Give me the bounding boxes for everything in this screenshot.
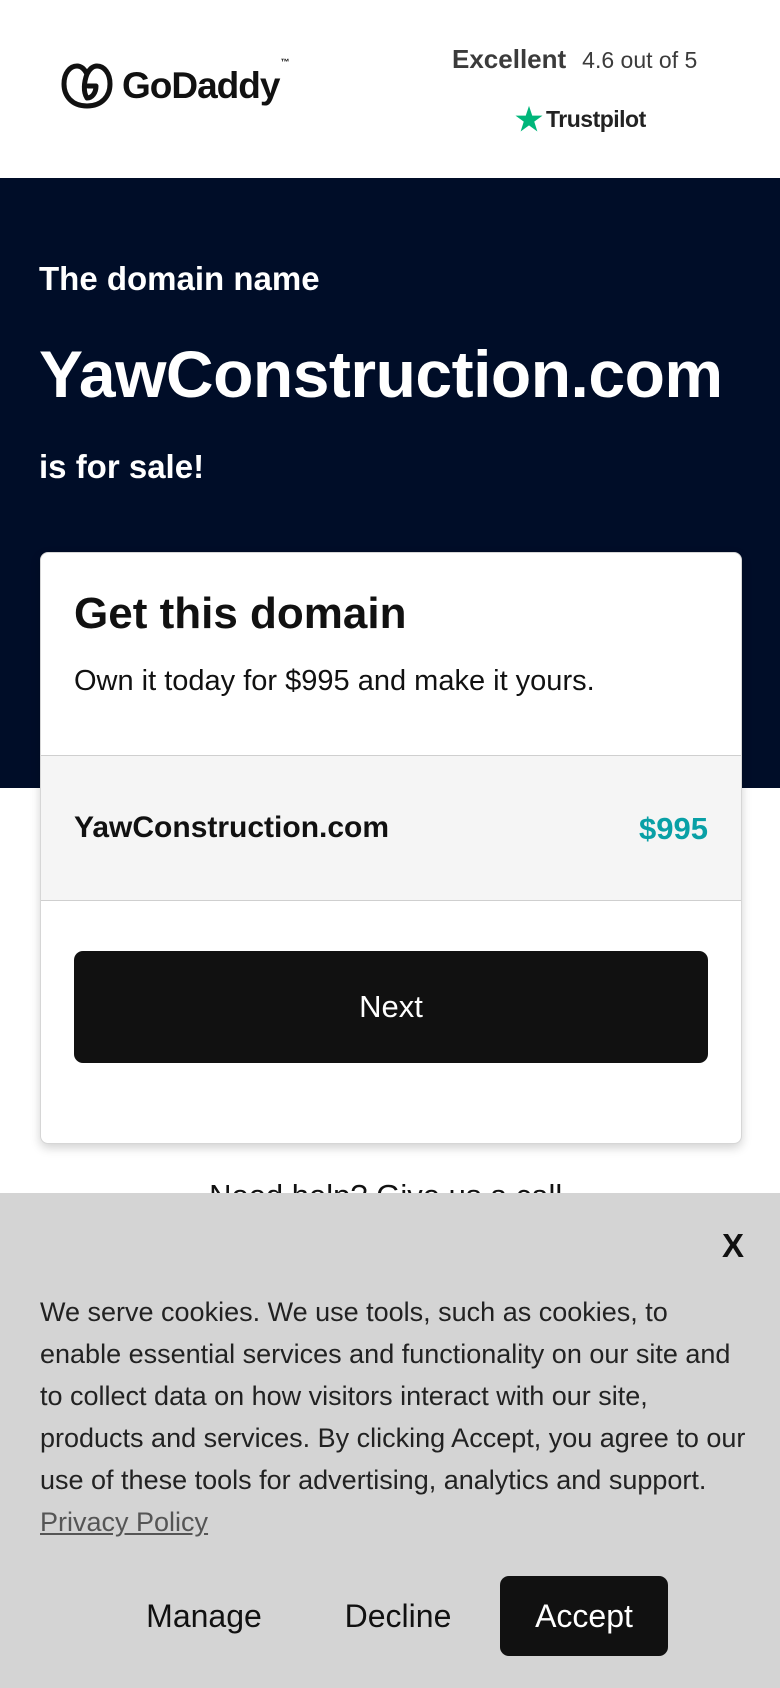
hero-for-sale: is for sale! bbox=[39, 448, 205, 485]
manage-button[interactable]: Manage bbox=[130, 1576, 278, 1656]
rating-score: 4.6 out of 5 bbox=[582, 47, 698, 73]
trustpilot-badge[interactable]: Trustpilot bbox=[514, 104, 646, 134]
cookie-message: We serve cookies. We use tools, such as … bbox=[40, 1291, 750, 1543]
godaddy-logo[interactable]: GoDaddy™ bbox=[60, 57, 289, 110]
row-price: $995 bbox=[639, 811, 708, 846]
card-subtitle: Own it today for $995 and make it yours. bbox=[74, 665, 595, 697]
close-icon[interactable]: X bbox=[722, 1227, 744, 1265]
cookie-text: We serve cookies. We use tools, such as … bbox=[40, 1297, 746, 1495]
logo-wordmark: GoDaddy™ bbox=[122, 57, 289, 106]
accept-button[interactable]: Accept bbox=[500, 1576, 668, 1656]
godaddy-logo-icon bbox=[61, 63, 113, 109]
next-button[interactable]: Next bbox=[74, 951, 708, 1063]
rating-word: Excellent bbox=[452, 44, 567, 74]
card-title: Get this domain bbox=[74, 589, 407, 638]
purchase-card: Get this domain Own it today for $995 an… bbox=[40, 552, 742, 1144]
trustpilot-rating[interactable]: Excellent 4.6 out of 5 bbox=[452, 44, 697, 75]
trustpilot-star-icon bbox=[515, 105, 543, 132]
row-domain-name: YawConstruction.com bbox=[74, 811, 390, 844]
cookie-banner: X We serve cookies. We use tools, such a… bbox=[0, 1193, 780, 1688]
decline-button[interactable]: Decline bbox=[330, 1576, 466, 1656]
hero-domain-name: YawConstruction.com bbox=[39, 337, 723, 411]
domain-price-row: YawConstruction.com $995 bbox=[41, 755, 741, 901]
hero-intro: The domain name bbox=[39, 260, 320, 297]
privacy-policy-link[interactable]: Privacy Policy bbox=[40, 1507, 208, 1537]
site-header: GoDaddy™ Excellent 4.6 out of 5 Trustpil… bbox=[0, 0, 780, 178]
trustpilot-label: Trustpilot bbox=[546, 105, 646, 132]
